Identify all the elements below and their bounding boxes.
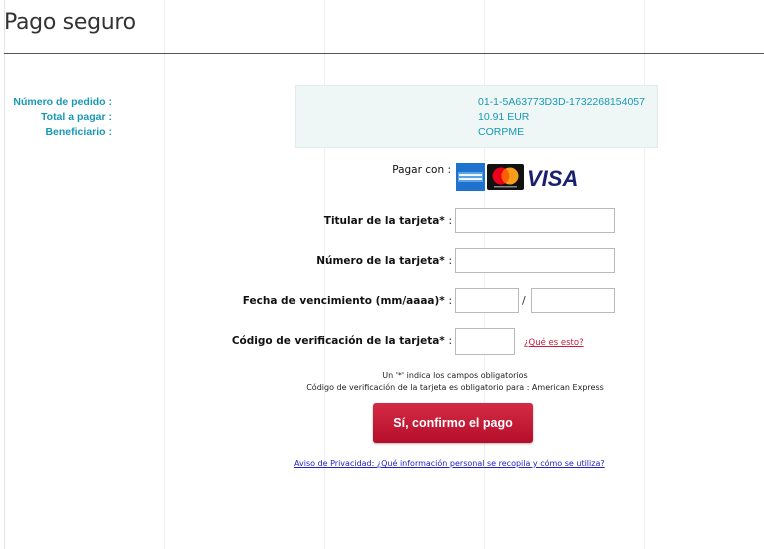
svg-text:VISA: VISA	[527, 166, 578, 191]
expiry-month-input[interactable]	[455, 288, 519, 313]
grid-line	[4, 0, 5, 549]
beneficiary-value: CORPME	[478, 126, 525, 138]
cvv-required-note: Código de verificación de la tarjeta es …	[306, 383, 604, 392]
total-label: Total a pagar :	[41, 111, 112, 123]
cvv-help-link[interactable]: ¿Qué es esto?	[524, 338, 584, 348]
cvv-label: Código de verificación de la tarjeta* :	[231, 335, 452, 347]
mastercard-icon	[487, 164, 524, 190]
expiry-year-input[interactable]	[531, 288, 615, 313]
total-value: 10.91 EUR	[478, 111, 530, 123]
privacy-notice-link[interactable]: Aviso de Privacidad: ¿Qué información pe…	[294, 459, 605, 468]
card-logos: VISA	[456, 163, 580, 191]
order-number-value: 01-1-5A63773D3D-1732268154057	[478, 96, 645, 108]
american-express-icon	[456, 163, 485, 191]
grid-line	[164, 0, 165, 549]
holder-label: Titular de la tarjeta* :	[323, 215, 452, 227]
beneficiary-label: Beneficiario :	[45, 126, 112, 138]
cvv-input[interactable]	[455, 328, 515, 355]
expiry-label: Fecha de vencimiento (mm/aaaa)* :	[242, 295, 452, 307]
card-number-input[interactable]	[455, 248, 615, 273]
page-title: Pago seguro	[4, 10, 136, 35]
grid-line	[644, 0, 645, 549]
card-number-label: Número de la tarjeta* :	[316, 255, 452, 267]
title-divider	[4, 53, 764, 54]
order-summary-panel: Número de pedido : 01-1-5A63773D3D-17322…	[13, 85, 658, 148]
card-holder-input[interactable]	[455, 208, 615, 233]
order-number-label: Número de pedido :	[13, 96, 112, 108]
visa-icon: VISA	[527, 166, 578, 191]
pay-with-label: Pagar con :	[392, 164, 451, 176]
confirm-payment-button[interactable]: Sí, confirmo el pago	[373, 403, 533, 443]
expiry-separator: /	[522, 294, 526, 307]
required-fields-note: Un '*' indica los campos obligatorios	[382, 371, 528, 380]
